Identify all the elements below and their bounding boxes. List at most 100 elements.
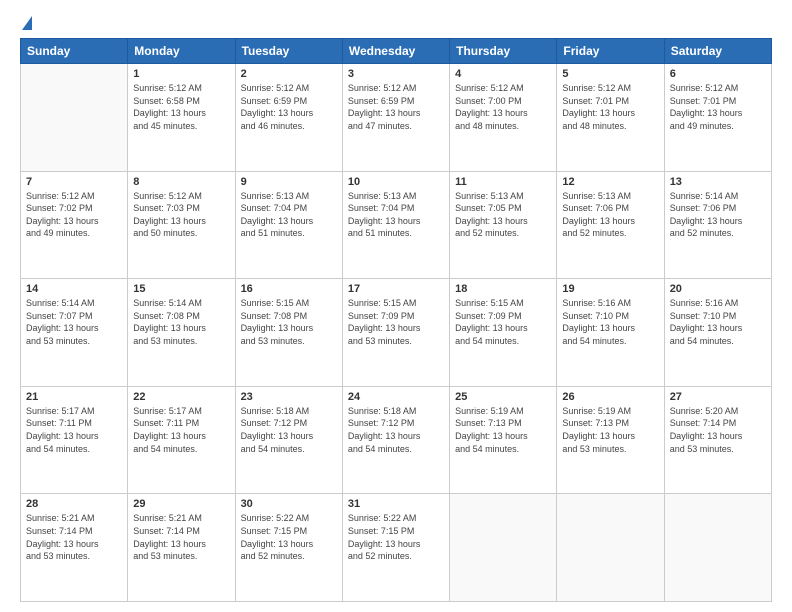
- calendar-cell: [664, 494, 771, 602]
- day-number: 13: [670, 176, 766, 188]
- calendar-header-thursday: Thursday: [450, 39, 557, 64]
- calendar-week-4: 21 Sunrise: 5:17 AM Sunset: 7:11 PM Dayli…: [21, 386, 772, 494]
- day-info: Sunrise: 5:15 AM Sunset: 7:09 PM Dayligh…: [455, 297, 551, 347]
- calendar-cell: 18Sunrise: 5:15 AM Sunset: 7:09 PM Dayli…: [450, 279, 557, 387]
- day-info: Sunrise: 5:13 AM Sunset: 7:04 PM Dayligh…: [348, 190, 444, 240]
- day-number: 1: [133, 68, 229, 80]
- day-info: Sunrise: 5:17 AM Sunset: 7:11 PM Dayligh…: [26, 405, 122, 455]
- day-number: 25: [455, 391, 551, 403]
- calendar-cell: 24 Sunrise: 5:18 AM Sunset: 7:12 PM Dayli…: [342, 386, 449, 494]
- calendar-cell: 4 Sunrise: 5:12 AM Sunset: 7:00 PM Daylig…: [450, 64, 557, 172]
- header: [20, 16, 772, 32]
- day-info: Sunrise: 5:14 AM Sunset: 7:06 PM Dayligh…: [670, 190, 766, 240]
- day-number: 14: [26, 283, 122, 295]
- day-info: Sunrise: 5:12 AM Sunset: 7:01 PM Dayligh…: [562, 82, 658, 132]
- day-number: 7: [26, 176, 122, 188]
- day-number: 27: [670, 391, 766, 403]
- day-number: 11: [455, 176, 551, 188]
- day-number: 4: [455, 68, 551, 80]
- day-info: Sunrise: 5:12 AM Sunset: 7:03 PM Dayligh…: [133, 190, 229, 240]
- calendar-cell: 25 Sunrise: 5:19 AM Sunset: 7:13 PM Dayli…: [450, 386, 557, 494]
- calendar-cell: [557, 494, 664, 602]
- calendar-week-5: 28 Sunrise: 5:21 AM Sunset: 7:14 PM Dayli…: [21, 494, 772, 602]
- day-number: 24: [348, 391, 444, 403]
- calendar-cell: 12 Sunrise: 5:13 AM Sunset: 7:06 PM Dayli…: [557, 171, 664, 279]
- day-info: Sunrise: 5:18 AM Sunset: 7:12 PM Dayligh…: [241, 405, 337, 455]
- day-number: 31: [348, 498, 444, 510]
- day-info: Sunrise: 5:13 AM Sunset: 7:04 PM Dayligh…: [241, 190, 337, 240]
- calendar-week-2: 7Sunrise: 5:12 AM Sunset: 7:02 PM Daylig…: [21, 171, 772, 279]
- day-number: 21: [26, 391, 122, 403]
- day-number: 15: [133, 283, 229, 295]
- calendar-cell: [21, 64, 128, 172]
- calendar-cell: 14 Sunrise: 5:14 AM Sunset: 7:07 PM Dayli…: [21, 279, 128, 387]
- calendar-cell: 11Sunrise: 5:13 AM Sunset: 7:05 PM Dayli…: [450, 171, 557, 279]
- day-number: 3: [348, 68, 444, 80]
- calendar-cell: 23 Sunrise: 5:18 AM Sunset: 7:12 PM Dayli…: [235, 386, 342, 494]
- day-info: Sunrise: 5:13 AM Sunset: 7:06 PM Dayligh…: [562, 190, 658, 240]
- day-number: 19: [562, 283, 658, 295]
- calendar-cell: 28 Sunrise: 5:21 AM Sunset: 7:14 PM Dayli…: [21, 494, 128, 602]
- day-number: 29: [133, 498, 229, 510]
- calendar-header-saturday: Saturday: [664, 39, 771, 64]
- calendar-week-1: 1Sunrise: 5:12 AM Sunset: 6:58 PM Daylig…: [21, 64, 772, 172]
- calendar-cell: 20Sunrise: 5:16 AM Sunset: 7:10 PM Dayli…: [664, 279, 771, 387]
- calendar-cell: 21 Sunrise: 5:17 AM Sunset: 7:11 PM Dayli…: [21, 386, 128, 494]
- logo-triangle-icon: [22, 16, 32, 30]
- calendar-cell: 7Sunrise: 5:12 AM Sunset: 7:02 PM Daylig…: [21, 171, 128, 279]
- calendar-cell: 22 Sunrise: 5:17 AM Sunset: 7:11 PM Dayli…: [128, 386, 235, 494]
- day-info: Sunrise: 5:19 AM Sunset: 7:13 PM Dayligh…: [455, 405, 551, 455]
- day-info: Sunrise: 5:14 AM Sunset: 7:08 PM Dayligh…: [133, 297, 229, 347]
- day-number: 30: [241, 498, 337, 510]
- day-number: 6: [670, 68, 766, 80]
- calendar-cell: 19 Sunrise: 5:16 AM Sunset: 7:10 PM Dayli…: [557, 279, 664, 387]
- calendar-header-friday: Friday: [557, 39, 664, 64]
- day-number: 28: [26, 498, 122, 510]
- calendar-week-3: 14 Sunrise: 5:14 AM Sunset: 7:07 PM Dayli…: [21, 279, 772, 387]
- calendar-cell: 10 Sunrise: 5:13 AM Sunset: 7:04 PM Dayli…: [342, 171, 449, 279]
- calendar-header-sunday: Sunday: [21, 39, 128, 64]
- day-number: 10: [348, 176, 444, 188]
- day-info: Sunrise: 5:21 AM Sunset: 7:14 PM Dayligh…: [133, 512, 229, 562]
- calendar-cell: 9 Sunrise: 5:13 AM Sunset: 7:04 PM Daylig…: [235, 171, 342, 279]
- calendar-cell: 1Sunrise: 5:12 AM Sunset: 6:58 PM Daylig…: [128, 64, 235, 172]
- calendar-cell: 13 Sunrise: 5:14 AM Sunset: 7:06 PM Dayli…: [664, 171, 771, 279]
- calendar-cell: 3 Sunrise: 5:12 AM Sunset: 6:59 PM Daylig…: [342, 64, 449, 172]
- day-info: Sunrise: 5:12 AM Sunset: 7:01 PM Dayligh…: [670, 82, 766, 132]
- day-info: Sunrise: 5:15 AM Sunset: 7:09 PM Dayligh…: [348, 297, 444, 347]
- day-info: Sunrise: 5:20 AM Sunset: 7:14 PM Dayligh…: [670, 405, 766, 455]
- day-info: Sunrise: 5:12 AM Sunset: 6:59 PM Dayligh…: [241, 82, 337, 132]
- day-info: Sunrise: 5:18 AM Sunset: 7:12 PM Dayligh…: [348, 405, 444, 455]
- day-info: Sunrise: 5:21 AM Sunset: 7:14 PM Dayligh…: [26, 512, 122, 562]
- calendar-cell: 17 Sunrise: 5:15 AM Sunset: 7:09 PM Dayli…: [342, 279, 449, 387]
- day-number: 8: [133, 176, 229, 188]
- calendar-header-monday: Monday: [128, 39, 235, 64]
- day-number: 26: [562, 391, 658, 403]
- day-number: 17: [348, 283, 444, 295]
- calendar-header-row: SundayMondayTuesdayWednesdayThursdayFrid…: [21, 39, 772, 64]
- day-number: 23: [241, 391, 337, 403]
- day-number: 16: [241, 283, 337, 295]
- day-info: Sunrise: 5:17 AM Sunset: 7:11 PM Dayligh…: [133, 405, 229, 455]
- calendar-cell: 8 Sunrise: 5:12 AM Sunset: 7:03 PM Daylig…: [128, 171, 235, 279]
- day-number: 12: [562, 176, 658, 188]
- day-info: Sunrise: 5:12 AM Sunset: 7:00 PM Dayligh…: [455, 82, 551, 132]
- day-number: 20: [670, 283, 766, 295]
- calendar-cell: 15 Sunrise: 5:14 AM Sunset: 7:08 PM Dayli…: [128, 279, 235, 387]
- day-info: Sunrise: 5:16 AM Sunset: 7:10 PM Dayligh…: [562, 297, 658, 347]
- day-number: 9: [241, 176, 337, 188]
- page: SundayMondayTuesdayWednesdayThursdayFrid…: [0, 0, 792, 612]
- day-info: Sunrise: 5:14 AM Sunset: 7:07 PM Dayligh…: [26, 297, 122, 347]
- calendar-cell: 6 Sunrise: 5:12 AM Sunset: 7:01 PM Daylig…: [664, 64, 771, 172]
- calendar-cell: 16Sunrise: 5:15 AM Sunset: 7:08 PM Dayli…: [235, 279, 342, 387]
- day-info: Sunrise: 5:12 AM Sunset: 6:59 PM Dayligh…: [348, 82, 444, 132]
- day-number: 2: [241, 68, 337, 80]
- calendar-cell: 29 Sunrise: 5:21 AM Sunset: 7:14 PM Dayli…: [128, 494, 235, 602]
- calendar-cell: [450, 494, 557, 602]
- calendar-cell: 30Sunrise: 5:22 AM Sunset: 7:15 PM Dayli…: [235, 494, 342, 602]
- day-number: 5: [562, 68, 658, 80]
- day-info: Sunrise: 5:19 AM Sunset: 7:13 PM Dayligh…: [562, 405, 658, 455]
- calendar-cell: 27 Sunrise: 5:20 AM Sunset: 7:14 PM Dayli…: [664, 386, 771, 494]
- day-number: 22: [133, 391, 229, 403]
- calendar-header-wednesday: Wednesday: [342, 39, 449, 64]
